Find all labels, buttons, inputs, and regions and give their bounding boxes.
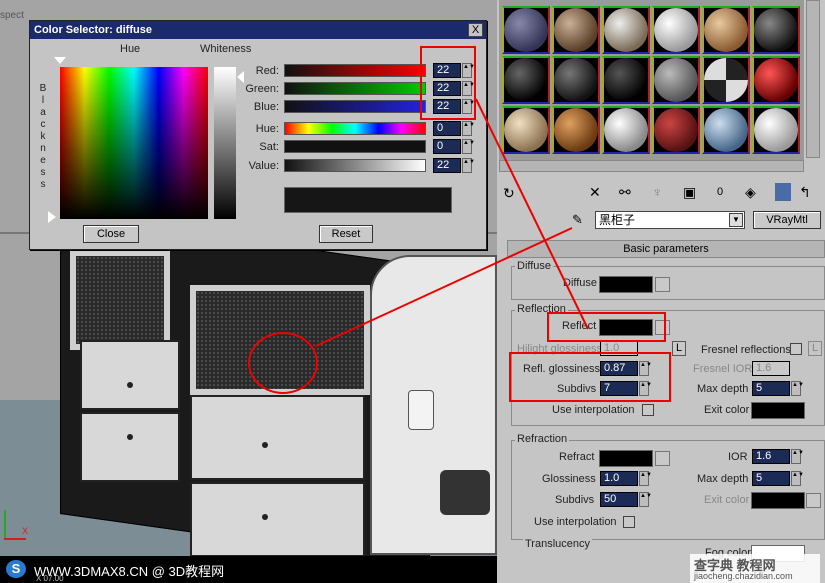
annotation-line-circle: [315, 227, 573, 347]
status-coordinate: X 07.00: [36, 574, 64, 583]
annotation-line-rgb: [475, 98, 589, 330]
corner-watermark-url: jiaocheng.chazidian.com: [694, 571, 793, 581]
site-logo-icon: S: [6, 560, 26, 578]
watermark-bar: S WWW.3DMAX8.CN @ 3D教程网: [0, 556, 497, 583]
corner-watermark: 查字典 教程网 jiaocheng.chazidian.com: [690, 554, 820, 583]
annotation-lines: [315, 98, 589, 347]
